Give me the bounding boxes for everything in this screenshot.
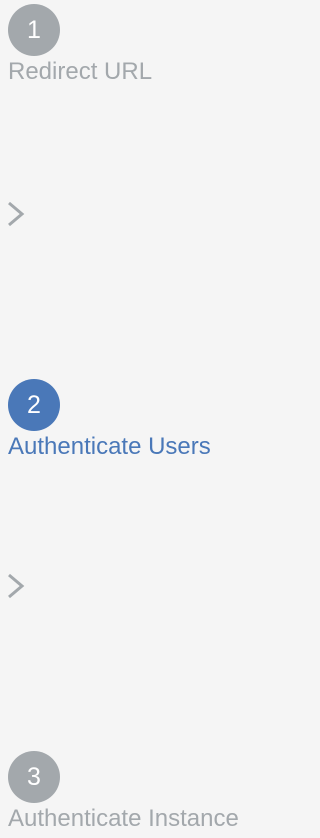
step-label: Authenticate Instance	[8, 805, 239, 832]
chevron-right-icon	[8, 201, 25, 227]
step-label: Redirect URL	[8, 58, 153, 85]
step-number-badge: 3	[8, 751, 60, 803]
step-label: Authenticate Users	[8, 433, 211, 460]
step-number-badge: 1	[8, 4, 60, 56]
step-number-badge: 2	[8, 379, 60, 431]
chevron-right-icon	[8, 573, 25, 599]
